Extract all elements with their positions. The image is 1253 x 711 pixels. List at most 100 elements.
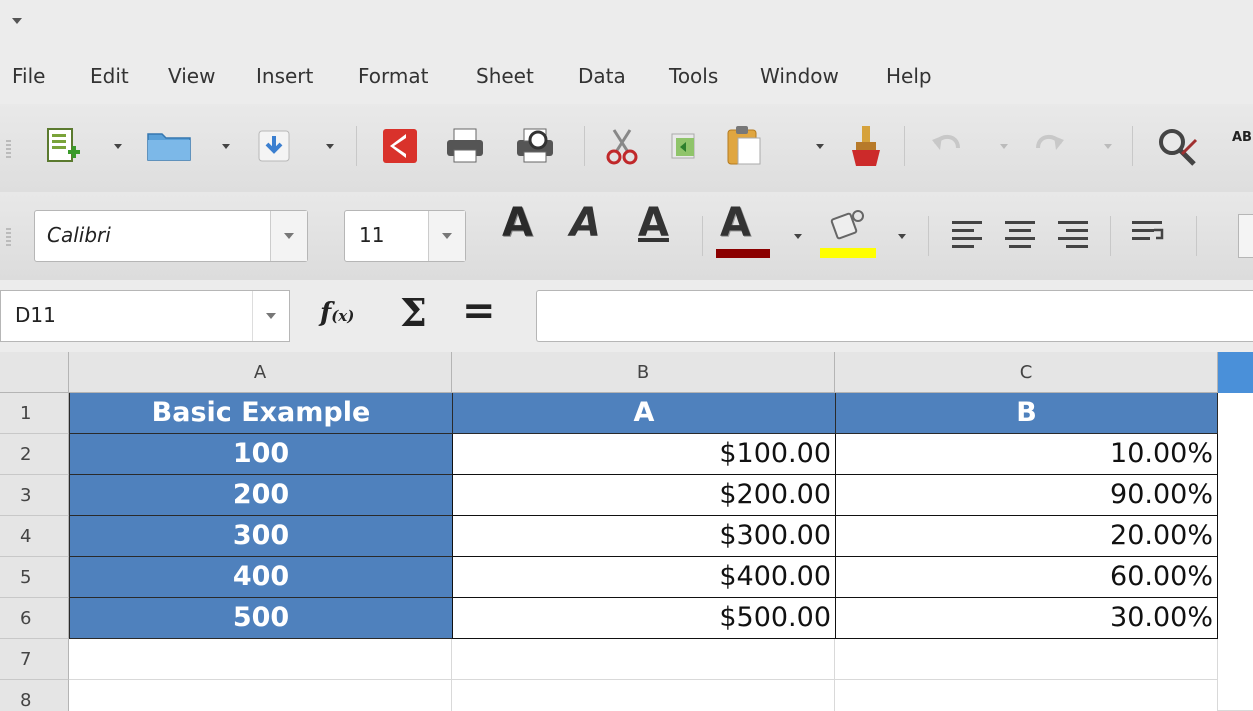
cell-b2[interactable]: $100.00 xyxy=(452,434,836,475)
new-dropdown-arrow[interactable] xyxy=(114,144,122,149)
cell-a8[interactable] xyxy=(69,680,452,711)
cell-c6[interactable]: 30.00% xyxy=(835,598,1218,639)
row-header-3[interactable]: 3 xyxy=(0,475,69,516)
cell-b6[interactable]: $500.00 xyxy=(452,598,836,639)
font-name-dropdown-button[interactable] xyxy=(270,211,307,261)
sum-button[interactable]: Σ xyxy=(400,290,427,335)
row-header-8[interactable]: 8 xyxy=(0,680,69,711)
cell-c2[interactable]: 10.00% xyxy=(835,434,1218,475)
font-size-dropdown-button[interactable] xyxy=(428,211,465,261)
menu-insert[interactable]: Insert xyxy=(256,64,313,88)
save-dropdown-arrow[interactable] xyxy=(326,144,334,149)
spellcheck-icon[interactable] xyxy=(1156,126,1200,168)
paste-icon[interactable] xyxy=(724,124,764,166)
window-menu-arrow-icon[interactable] xyxy=(12,18,22,24)
row-header-6[interactable]: 6 xyxy=(0,598,69,639)
export-pdf-icon[interactable] xyxy=(380,126,420,166)
cell-a5[interactable]: 400 xyxy=(69,557,453,598)
toolbar-grip[interactable] xyxy=(6,140,11,158)
row-header-7[interactable]: 7 xyxy=(0,639,69,680)
menu-sheet[interactable]: Sheet xyxy=(476,64,534,88)
save-icon[interactable] xyxy=(256,128,292,164)
cell-c7[interactable] xyxy=(835,639,1218,680)
menu-edit[interactable]: Edit xyxy=(90,64,129,88)
open-dropdown-arrow[interactable] xyxy=(222,144,230,149)
row-header-1[interactable]: 1 xyxy=(0,393,69,434)
highlight-color-swatch xyxy=(820,248,876,258)
font-name-combobox[interactable]: Calibri xyxy=(34,210,308,262)
menu-data[interactable]: Data xyxy=(578,64,626,88)
cell-a6[interactable]: 500 xyxy=(69,598,453,639)
redo-icon[interactable] xyxy=(1032,130,1066,162)
menu-tools[interactable]: Tools xyxy=(669,64,718,88)
toolbar-overflow-control[interactable] xyxy=(1238,214,1253,258)
cell-b1[interactable]: A xyxy=(452,393,836,434)
toolbar-separator xyxy=(584,126,585,166)
redo-dropdown-arrow[interactable] xyxy=(1104,144,1112,149)
cell-a7[interactable] xyxy=(69,639,452,680)
underline-button[interactable]: A xyxy=(638,200,669,246)
cell-c8[interactable] xyxy=(835,680,1218,711)
toolbar-separator xyxy=(1132,126,1133,166)
font-color-button[interactable]: A xyxy=(716,200,772,260)
toolbar-grip[interactable] xyxy=(6,228,11,246)
cell-a3[interactable]: 200 xyxy=(69,475,453,516)
wrap-text-icon[interactable] xyxy=(1130,218,1170,248)
menu-format[interactable]: Format xyxy=(358,64,428,88)
cell-b8[interactable] xyxy=(452,680,835,711)
cell-b7[interactable] xyxy=(452,639,835,680)
cell-c4[interactable]: 20.00% xyxy=(835,516,1218,557)
menu-window[interactable]: Window xyxy=(760,64,839,88)
name-box-dropdown-button[interactable] xyxy=(252,291,289,341)
font-color-dropdown-arrow[interactable] xyxy=(794,234,802,239)
cell-b3[interactable]: $200.00 xyxy=(452,475,836,516)
undo-dropdown-arrow[interactable] xyxy=(1000,144,1008,149)
print-icon[interactable] xyxy=(444,126,486,166)
menu-file[interactable]: File xyxy=(12,64,45,88)
cut-icon[interactable] xyxy=(604,126,640,166)
column-header-b[interactable]: B xyxy=(452,352,835,393)
formula-button[interactable]: = xyxy=(462,288,496,334)
column-header-a[interactable]: A xyxy=(69,352,452,393)
open-folder-icon[interactable] xyxy=(146,128,192,164)
row-header-5[interactable]: 5 xyxy=(0,557,69,598)
clone-formatting-icon[interactable] xyxy=(846,124,886,168)
font-size-combobox[interactable]: 11 xyxy=(344,210,466,262)
cell-a1[interactable]: Basic Example xyxy=(69,393,453,434)
menu-view[interactable]: View xyxy=(168,64,215,88)
cell-c5[interactable]: 60.00% xyxy=(835,557,1218,598)
menu-bar: File Edit View Insert Format Sheet Data … xyxy=(0,52,1253,104)
cell-c3[interactable]: 90.00% xyxy=(835,475,1218,516)
bold-button[interactable]: A xyxy=(502,200,533,246)
formula-input[interactable] xyxy=(536,290,1253,342)
cell-c1[interactable]: B xyxy=(835,393,1218,434)
autospell-label[interactable]: AB xyxy=(1232,130,1252,145)
menu-help[interactable]: Help xyxy=(886,64,932,88)
undo-icon[interactable] xyxy=(930,130,964,162)
cell-b5[interactable]: $400.00 xyxy=(452,557,836,598)
print-preview-icon[interactable] xyxy=(514,126,556,166)
copy-icon[interactable] xyxy=(666,128,702,164)
cell-a2[interactable]: 100 xyxy=(69,434,453,475)
row-header-4[interactable]: 4 xyxy=(0,516,69,557)
name-box[interactable]: D11 xyxy=(0,290,290,342)
italic-button[interactable]: A xyxy=(570,200,601,246)
column-header-c[interactable]: C xyxy=(835,352,1218,393)
align-center-icon[interactable] xyxy=(1002,218,1038,248)
new-spreadsheet-icon[interactable] xyxy=(44,126,84,166)
highlight-dropdown-arrow[interactable] xyxy=(898,234,906,239)
row-header-2[interactable]: 2 xyxy=(0,434,69,475)
column-d-cells[interactable] xyxy=(1218,393,1253,711)
column-header-d[interactable] xyxy=(1218,352,1253,393)
select-all-corner[interactable] xyxy=(0,352,69,393)
cell-a4[interactable]: 300 xyxy=(69,516,453,557)
function-wizard-button[interactable]: f(x) xyxy=(320,298,354,328)
align-right-icon[interactable] xyxy=(1054,218,1090,248)
paste-dropdown-arrow[interactable] xyxy=(816,144,824,149)
highlight-button[interactable] xyxy=(820,206,878,260)
spreadsheet-grid[interactable]: A B C 1 2 3 4 5 6 7 8 Basic Example A B … xyxy=(0,352,1253,711)
align-left-icon[interactable] xyxy=(950,218,986,248)
title-strip xyxy=(0,0,1253,52)
cell-b4[interactable]: $300.00 xyxy=(452,516,836,557)
toolbar-separator xyxy=(702,216,703,256)
